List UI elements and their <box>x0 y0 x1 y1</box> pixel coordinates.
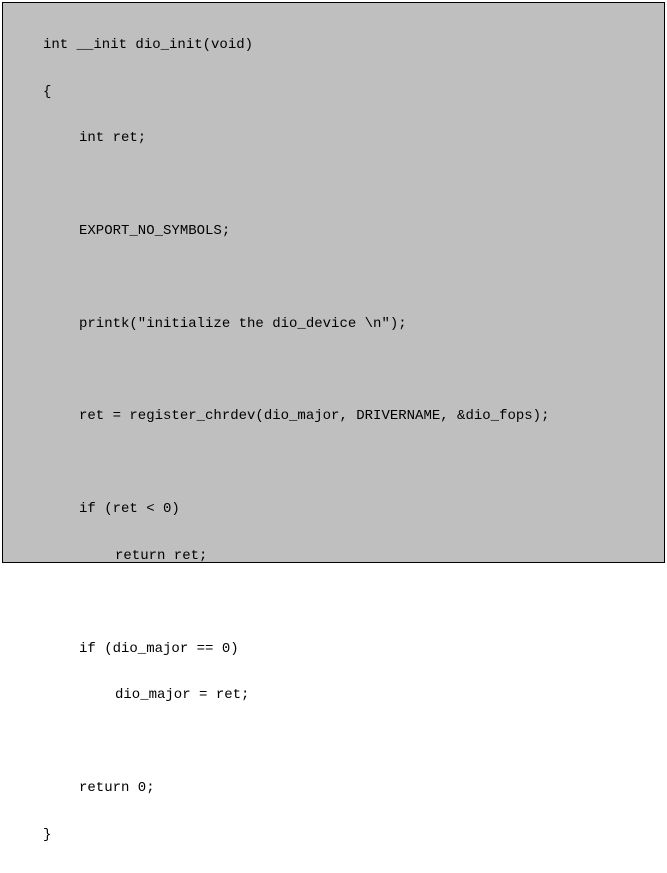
code-line: ret = register_chrdev(dio_major, DRIVERN… <box>43 407 664 426</box>
blank-line <box>43 733 664 751</box>
blank-line <box>43 362 664 380</box>
code-line: { <box>43 83 664 102</box>
code-line: printk("initialize the dio_device \n"); <box>43 315 664 334</box>
code-line: int ret; <box>43 129 664 148</box>
code-line: return ret; <box>43 547 664 566</box>
code-line: } <box>43 826 664 845</box>
code-line: int __init dio_init(void) <box>43 36 664 55</box>
blank-line <box>43 454 664 472</box>
code-line: return 0; <box>43 779 664 798</box>
blank-line <box>43 594 664 612</box>
code-line: if (dio_major == 0) <box>43 640 664 659</box>
blank-line <box>43 176 664 194</box>
code-listing: int __init dio_init(void) { int ret; EXP… <box>2 2 665 563</box>
code-line: EXPORT_NO_SYMBOLS; <box>43 222 664 241</box>
blank-line <box>43 269 664 287</box>
code-line: dio_major = ret; <box>43 686 664 705</box>
code-line: if (ret < 0) <box>43 500 664 519</box>
